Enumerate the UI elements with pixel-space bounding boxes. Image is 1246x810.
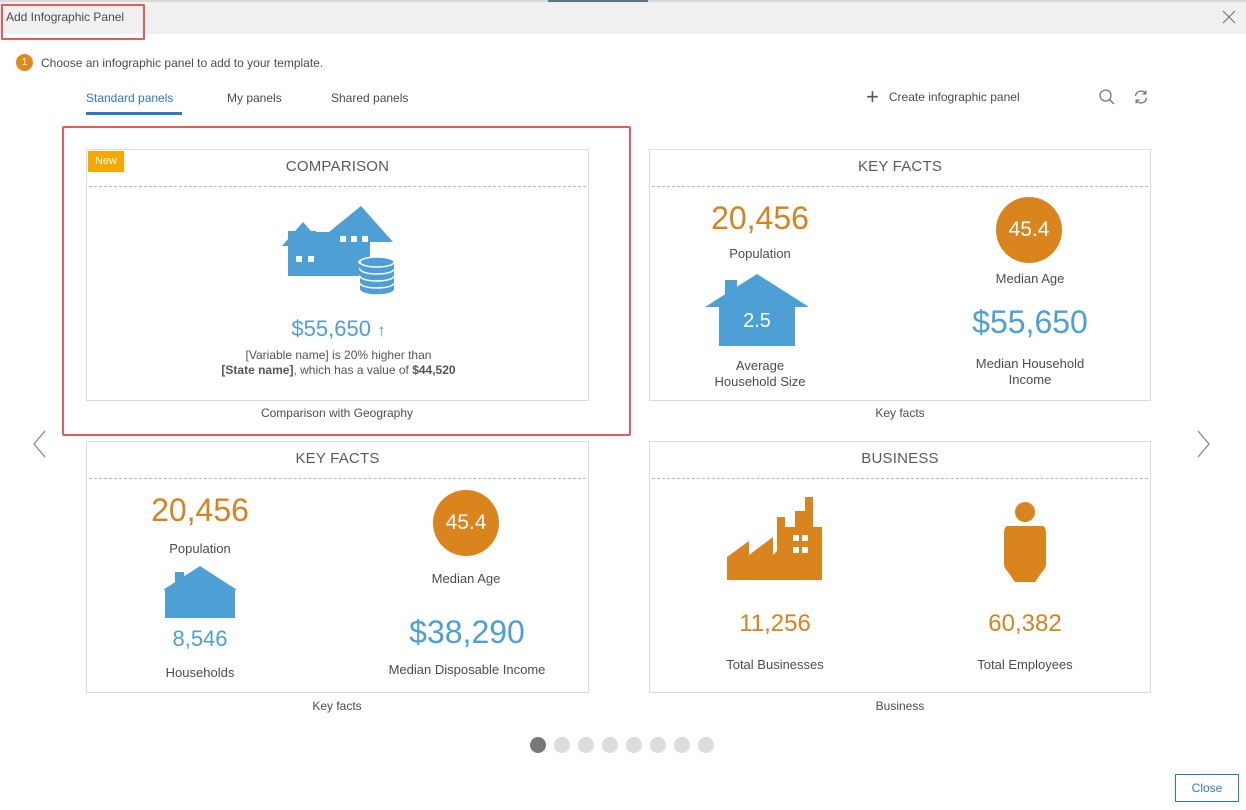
title-highlight-frame (1, 4, 145, 40)
page-dot[interactable] (650, 737, 666, 753)
page-dot[interactable] (698, 737, 714, 753)
total-businesses-value: 11,256 (739, 610, 811, 637)
median-household-income-label: Median Household Income (940, 356, 1120, 388)
person-icon (1004, 502, 1046, 582)
households-value: 8,546 (172, 626, 228, 651)
median-age-label: Median Age (431, 571, 501, 586)
median-age-value: 45.4 (996, 197, 1062, 263)
close-button[interactable]: Close (1175, 774, 1239, 802)
comparison-line-2: [State name], which has a value of $44,5… (87, 363, 590, 377)
card-divider (652, 186, 1148, 187)
page-dot[interactable] (554, 737, 570, 753)
pagination-dots (530, 737, 714, 753)
plus-icon: + (866, 84, 879, 109)
page-dot[interactable] (578, 737, 594, 753)
median-household-income-value: $55,650 (972, 304, 1088, 340)
median-age-label: Median Age (995, 271, 1065, 286)
comparison-line-2-text: , which has a value of (293, 363, 413, 377)
state-value: $44,520 (412, 363, 456, 377)
card-title: KEY FACTS (857, 158, 943, 175)
house-icon (163, 566, 237, 618)
panel-card-key-facts-2[interactable]: KEY FACTS 20,456 Population 45.4 Median … (86, 441, 589, 693)
card-title: BUSINESS (861, 450, 939, 467)
state-name-placeholder: [State name] (221, 363, 294, 377)
create-infographic-panel-label: Create infographic panel (888, 90, 1020, 104)
household-size-label-line-2: Household Size (714, 374, 806, 389)
chevron-left-icon[interactable] (30, 428, 50, 460)
card-divider (652, 478, 1148, 479)
total-businesses-label: Total Businesses (726, 657, 824, 672)
search-icon[interactable] (1098, 88, 1116, 106)
household-size-label-line-1: Average (735, 358, 785, 373)
median-age-value: 45.4 (433, 490, 499, 556)
total-employees-value: 60,382 (988, 610, 1062, 637)
chevron-right-icon[interactable] (1193, 428, 1213, 460)
create-infographic-panel-button[interactable]: + Create infographic panel (866, 84, 1020, 109)
median-disposable-income-value: $38,290 (409, 614, 525, 650)
step-text: Choose an infographic panel to add to yo… (41, 55, 324, 70)
page-dot[interactable] (602, 737, 618, 753)
population-label: Population (729, 246, 791, 261)
step-instruction: 1 Choose an infographic panel to add to … (16, 54, 323, 71)
factory-icon (727, 497, 822, 580)
step-number-badge: 1 (16, 54, 33, 71)
population-value: 20,456 (711, 200, 809, 236)
refresh-icon[interactable] (1132, 88, 1150, 106)
panel-card-business[interactable]: BUSINESS 11,256 Total Businesses 60,382 … (649, 441, 1151, 693)
active-tab-indicator (86, 112, 182, 115)
household-size-label: Average Household Size (685, 358, 835, 390)
close-icon[interactable] (1222, 10, 1236, 24)
population-label: Population (169, 541, 231, 556)
card-caption-key-facts-2: Key facts (312, 699, 362, 713)
comparison-value-number: $55,650 (291, 316, 371, 341)
card-title: KEY FACTS (295, 450, 380, 467)
page-dot[interactable] (626, 737, 642, 753)
income-label-line-2: Income (1008, 372, 1052, 387)
panel-card-comparison[interactable]: New COMPARISON $55,650 ↑ [Variable name]… (86, 149, 589, 401)
population-value: 20,456 (151, 492, 249, 528)
median-disposable-income-label: Median Disposable Income (388, 662, 546, 677)
card-caption-comparison: Comparison with Geography (260, 406, 414, 420)
comparison-line-1: [Variable name] is 20% higher than (245, 348, 432, 362)
household-size-value: 2.5 (743, 310, 771, 332)
card-divider (89, 478, 586, 479)
dialog-titlebar: Add Infographic Panel (0, 2, 1246, 34)
tab-standard-panels[interactable]: Standard panels (86, 91, 173, 105)
arrow-up-icon: ↑ (377, 321, 386, 340)
card-title: COMPARISON (285, 158, 390, 175)
total-employees-label: Total Employees (977, 657, 1073, 672)
income-label-line-1: Median Household (975, 356, 1085, 371)
house-money-icon (282, 206, 396, 296)
households-label: Households (165, 665, 235, 680)
comparison-value: $55,650 ↑ (87, 316, 590, 342)
card-caption-key-facts: Key facts (875, 406, 925, 420)
panel-card-key-facts[interactable]: KEY FACTS 20,456 Population 45.4 Median … (649, 149, 1151, 401)
page-dot[interactable] (674, 737, 690, 753)
tab-my-panels[interactable]: My panels (227, 91, 282, 105)
page-dot[interactable] (530, 737, 546, 753)
card-divider (89, 186, 586, 187)
tab-shared-panels[interactable]: Shared panels (331, 91, 408, 105)
card-caption-business: Business (875, 699, 925, 713)
